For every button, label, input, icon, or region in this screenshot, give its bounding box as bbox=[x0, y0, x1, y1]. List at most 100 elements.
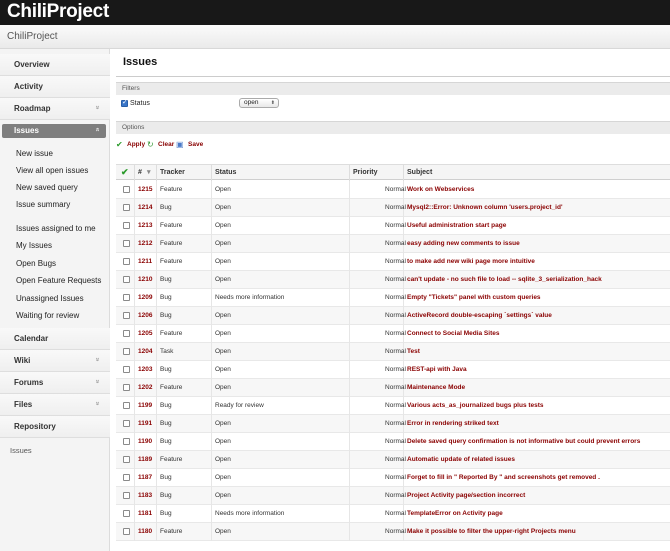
sidebar-item-forums[interactable]: Forums » bbox=[0, 372, 110, 394]
column-status[interactable]: Status bbox=[215, 169, 236, 176]
issue-subject-link[interactable]: easy adding new comments to issue bbox=[407, 240, 520, 247]
issue-subject-link[interactable]: REST-api with Java bbox=[407, 366, 467, 373]
chevron-icon[interactable]: » bbox=[94, 106, 101, 110]
issue-subject-link[interactable]: Error in rendering striked text bbox=[407, 420, 499, 427]
issue-subject-link[interactable]: Forget to fill in " Reported By " and sc… bbox=[407, 474, 600, 481]
issue-subject-link[interactable]: to make add new wiki page more intuitive bbox=[407, 258, 535, 265]
issue-id-link[interactable]: 1213 bbox=[138, 222, 152, 229]
table-row[interactable]: 1209 Bug Needs more information Normal Empty… bbox=[116, 289, 670, 307]
column-id[interactable]: # bbox=[138, 169, 142, 176]
sidebar-item-files[interactable]: Files » bbox=[0, 394, 110, 416]
table-row[interactable]: 1187 Bug Open Normal Forget to fill in " Rep… bbox=[116, 469, 670, 487]
saved-query-link[interactable]: Waiting for review bbox=[16, 311, 79, 320]
row-checkbox[interactable] bbox=[123, 348, 130, 355]
chevron-icon[interactable]: » bbox=[94, 402, 101, 406]
row-checkbox[interactable] bbox=[123, 456, 130, 463]
table-row[interactable]: 1203 Bug Open Normal REST-api with Java bbox=[116, 361, 670, 379]
table-row[interactable]: 1180 Feature Open Normal Make it possible to… bbox=[116, 523, 670, 541]
row-checkbox[interactable] bbox=[123, 402, 130, 409]
filters-header[interactable]: Filters bbox=[116, 82, 670, 95]
row-checkbox[interactable] bbox=[123, 438, 130, 445]
table-row[interactable]: 1214 Bug Open Normal Mysql2::Error: Unknown … bbox=[116, 199, 670, 217]
issue-id-link[interactable]: 1181 bbox=[138, 510, 152, 517]
table-row[interactable]: 1213 Feature Open Normal Useful administrati… bbox=[116, 217, 670, 235]
row-checkbox[interactable] bbox=[123, 204, 130, 211]
sidebar-item-repository[interactable]: Repository bbox=[0, 416, 110, 438]
row-checkbox[interactable] bbox=[123, 258, 130, 265]
status-filter-checkbox[interactable] bbox=[121, 98, 128, 107]
row-checkbox[interactable] bbox=[123, 510, 130, 517]
table-row[interactable]: 1211 Feature Open Normal to make add new wik… bbox=[116, 253, 670, 271]
table-row[interactable]: 1215 Feature Open Normal Work on Webservices bbox=[116, 181, 670, 199]
apply-link[interactable]: Apply bbox=[127, 141, 145, 148]
row-checkbox[interactable] bbox=[123, 240, 130, 247]
issue-subject-link[interactable]: Connect to Social Media Sites bbox=[407, 330, 499, 337]
issue-id-link[interactable]: 1211 bbox=[138, 258, 152, 265]
saved-query-link[interactable]: My Issues bbox=[16, 241, 52, 250]
sidebar-item-wiki[interactable]: Wiki » bbox=[0, 350, 110, 372]
row-checkbox[interactable] bbox=[123, 384, 130, 391]
issue-id-link[interactable]: 1205 bbox=[138, 330, 152, 337]
issue-id-link[interactable]: 1191 bbox=[138, 420, 152, 427]
issue-id-link[interactable]: 1206 bbox=[138, 312, 152, 319]
row-checkbox[interactable] bbox=[123, 312, 130, 319]
row-checkbox[interactable] bbox=[123, 222, 130, 229]
issue-subject-link[interactable]: Empty "Tickets" panel with custom querie… bbox=[407, 294, 541, 301]
issue-subject-link[interactable]: Various acts_as_journalized bugs plus te… bbox=[407, 402, 544, 409]
issue-subject-link[interactable]: Work on Webservices bbox=[407, 186, 474, 193]
issue-id-link[interactable]: 1190 bbox=[138, 438, 152, 445]
issue-subject-link[interactable]: Useful administration start page bbox=[407, 222, 506, 229]
saved-query-link[interactable]: Unassigned Issues bbox=[16, 294, 84, 303]
table-row[interactable]: 1183 Bug Open Normal Project Activity page/s… bbox=[116, 487, 670, 505]
issue-subject-link[interactable]: Mysql2::Error: Unknown column 'users.pro… bbox=[407, 204, 563, 211]
issue-link[interactable]: New issue bbox=[16, 149, 53, 158]
options-header[interactable]: Options bbox=[116, 121, 670, 134]
sidebar-item-issues[interactable]: Issues » bbox=[2, 124, 106, 138]
table-row[interactable]: 1210 Bug Open Normal can't update - no such … bbox=[116, 271, 670, 289]
issue-subject-link[interactable]: can't update - no such file to load -- s… bbox=[407, 276, 602, 283]
sidebar-item-overview[interactable]: Overview bbox=[0, 54, 110, 76]
issue-subject-link[interactable]: Make it possible to filter the upper-rig… bbox=[407, 528, 576, 535]
issue-id-link[interactable]: 1199 bbox=[138, 402, 152, 409]
saved-query-link[interactable]: Open Bugs bbox=[16, 259, 56, 268]
table-row[interactable]: 1205 Feature Open Normal Connect to Social M… bbox=[116, 325, 670, 343]
clear-link[interactable]: Clear bbox=[158, 141, 174, 148]
sidebar-item-calendar[interactable]: Calendar bbox=[0, 328, 110, 350]
row-checkbox[interactable] bbox=[123, 330, 130, 337]
issue-subject-link[interactable]: ActiveRecord double-escaping `settings` … bbox=[407, 312, 552, 319]
issue-subject-link[interactable]: Delete saved query confirmation is not i… bbox=[407, 438, 640, 445]
app-logo[interactable]: ChiliProject bbox=[7, 1, 109, 23]
issue-link[interactable]: Issue summary bbox=[16, 200, 70, 209]
issue-subject-link[interactable]: TemplateError on Activity page bbox=[407, 510, 503, 517]
saved-query-link[interactable]: Open Feature Requests bbox=[16, 276, 101, 285]
project-name[interactable]: ChiliProject bbox=[7, 31, 58, 42]
row-checkbox[interactable] bbox=[123, 474, 130, 481]
issue-id-link[interactable]: 1209 bbox=[138, 294, 152, 301]
chevron-icon[interactable]: » bbox=[94, 380, 101, 384]
sort-desc-icon[interactable]: ▾ bbox=[147, 168, 151, 176]
row-checkbox[interactable] bbox=[123, 492, 130, 499]
issue-id-link[interactable]: 1212 bbox=[138, 240, 152, 247]
table-row[interactable]: 1191 Bug Open Normal Error in rendering stri… bbox=[116, 415, 670, 433]
status-select[interactable]: open ⬍ bbox=[239, 98, 279, 108]
sidebar-item-activity[interactable]: Activity bbox=[0, 76, 110, 98]
issue-id-link[interactable]: 1189 bbox=[138, 456, 152, 463]
sidebar-item-roadmap[interactable]: Roadmap » bbox=[0, 98, 110, 120]
table-row[interactable]: 1189 Feature Open Normal Automatic update of… bbox=[116, 451, 670, 469]
table-row[interactable]: 1202 Feature Open Normal Maintenance Mode bbox=[116, 379, 670, 397]
table-row[interactable]: 1190 Bug Open Normal Delete saved query conf… bbox=[116, 433, 670, 451]
toggle-all-check-icon[interactable]: ✔ bbox=[121, 167, 129, 178]
table-row[interactable]: 1181 Bug Needs more information Normal Templ… bbox=[116, 505, 670, 523]
issue-subject-link[interactable]: Automatic update of related issues bbox=[407, 456, 515, 463]
issue-id-link[interactable]: 1180 bbox=[138, 528, 152, 535]
issue-id-link[interactable]: 1210 bbox=[138, 276, 152, 283]
chevron-icon[interactable]: » bbox=[94, 358, 101, 362]
row-checkbox[interactable] bbox=[123, 528, 130, 535]
issue-id-link[interactable]: 1215 bbox=[138, 186, 152, 193]
table-row[interactable]: 1212 Feature Open Normal easy adding new com… bbox=[116, 235, 670, 253]
column-subject[interactable]: Subject bbox=[407, 169, 432, 176]
issue-id-link[interactable]: 1183 bbox=[138, 492, 152, 499]
column-priority[interactable]: Priority bbox=[353, 169, 378, 176]
row-checkbox[interactable] bbox=[123, 366, 130, 373]
issue-subject-link[interactable]: Maintenance Mode bbox=[407, 384, 465, 391]
